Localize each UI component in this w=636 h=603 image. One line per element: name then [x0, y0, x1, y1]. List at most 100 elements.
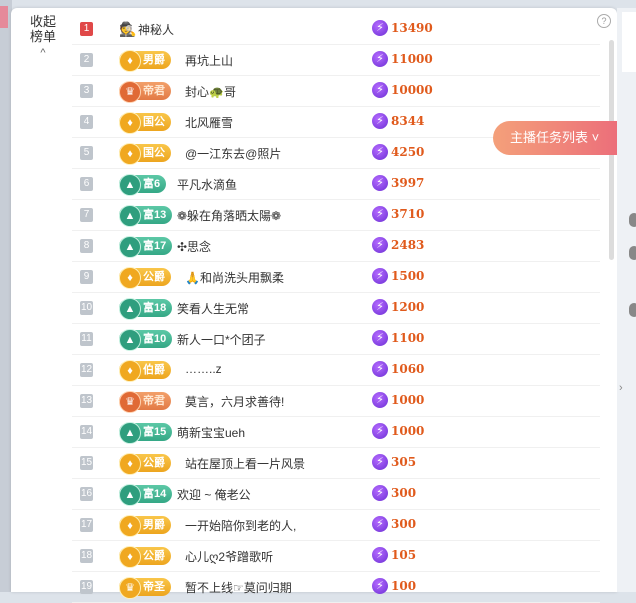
lightning-icon: ⚡	[372, 175, 388, 191]
wealth-icon: ▲	[119, 205, 141, 227]
rank-number: 8	[80, 239, 93, 253]
noble-medal-icon: ♦	[119, 267, 141, 289]
user-name[interactable]: 平凡水滴鱼	[177, 176, 237, 193]
rank-number: 1	[80, 22, 93, 36]
user-name[interactable]: 🙏和尚洗头用飘柔	[185, 269, 284, 286]
score-value: 2483	[391, 238, 425, 252]
badge-label: 男爵	[143, 54, 165, 66]
list-item[interactable]: 19 ♛ 帝圣 暂不上线☞莫问归期 ⚡ 100	[72, 572, 600, 603]
noble-level-badge: ♛ 帝圣	[119, 577, 171, 599]
user-name[interactable]: 萌新宝宝ueh	[177, 424, 245, 441]
badge-label: 国公	[143, 147, 165, 159]
list-item[interactable]: 10 ▲ 富18 笑看人生无常 ⚡ 1200	[72, 293, 600, 324]
score-value: 1500	[391, 269, 425, 283]
user-name[interactable]: 北风雁雪	[185, 114, 233, 131]
rank-number: 12	[80, 363, 93, 377]
list-item[interactable]: 2 ♦ 男爵 再坑上山 ⚡ 11000	[72, 45, 600, 76]
user-name[interactable]: 暂不上线☞莫问归期	[185, 579, 292, 596]
rank-number: 11	[80, 332, 93, 346]
wealth-level-badge: ▲ 富10	[119, 329, 173, 351]
list-item[interactable]: 11 ▲ 富10 新人一口*个团子 ⚡ 1100	[72, 324, 600, 355]
rank-number: 4	[80, 115, 93, 129]
lightning-icon: ⚡	[372, 299, 388, 315]
badge-label: 富17	[143, 240, 167, 252]
user-name[interactable]: ✣思念	[177, 238, 211, 255]
rank-number: 6	[80, 177, 93, 191]
user-name[interactable]: 新人一口*个团子	[177, 331, 266, 348]
noble-medal-icon: ♦	[119, 360, 141, 382]
list-item[interactable]: 3 ♛ 帝君 封心🐢哥 ⚡ 10000	[72, 76, 600, 107]
list-item[interactable]: 13 ♛ 帝君 莫言，六月求善待! ⚡ 1000	[72, 386, 600, 417]
list-item[interactable]: 17 ♦ 男爵 一开始陪你到老的人, ⚡ 300	[72, 510, 600, 541]
lightning-icon: ⚡	[372, 330, 388, 346]
user-name[interactable]: 心儿ღ2爷蹭歌听	[185, 548, 273, 565]
noble-medal-icon: ♛	[119, 577, 141, 599]
badge-label: 富15	[143, 426, 167, 438]
list-item[interactable]: 6 ▲ 富6 平凡水滴鱼 ⚡ 3997	[72, 169, 600, 200]
list-item[interactable]: 7 ▲ 富13 ❁躲在角落晒太陽❁ ⚡ 3710	[72, 200, 600, 231]
score-value: 13490	[391, 21, 433, 35]
wealth-icon: ▲	[119, 484, 141, 506]
list-item[interactable]: 1 🕵 神秘人 ⚡ 13490	[72, 14, 600, 45]
collapse-label-line1: 收起	[29, 14, 56, 29]
user-name[interactable]: ❁躲在角落晒太陽❁	[177, 207, 281, 224]
badge-label: 公爵	[143, 271, 165, 283]
crown-icon: ♛	[119, 391, 141, 413]
user-name[interactable]: 笑看人生无常	[177, 300, 249, 317]
score-value: 3997	[391, 176, 425, 190]
wealth-level-badge: ▲ 富13	[119, 205, 173, 227]
noble-level-badge: ♦ 伯爵	[119, 360, 171, 382]
chevron-right-icon[interactable]: ›	[619, 382, 623, 394]
badge-label: 富6	[143, 178, 161, 190]
score-value: 100	[391, 579, 417, 593]
user-name[interactable]: @一江东去@照片	[185, 145, 281, 162]
lightning-icon: ⚡	[372, 51, 388, 67]
list-item[interactable]: 16 ▲ 富14 欢迎 ~ 俺老公 ⚡ 300	[72, 479, 600, 510]
user-name[interactable]: ……..z	[185, 362, 222, 376]
lightning-icon: ⚡	[372, 82, 388, 98]
list-item[interactable]: 18 ♦ 公爵 心儿ღ2爷蹭歌听 ⚡ 105	[72, 541, 600, 572]
user-name[interactable]: 莫言，六月求善待!	[185, 393, 284, 410]
chevron-up-icon: ^	[40, 47, 46, 59]
wealth-level-badge: ▲ 富6	[119, 174, 167, 196]
rank-number: 2	[80, 53, 93, 67]
list-item[interactable]: 8 ▲ 富17 ✣思念 ⚡ 2483	[72, 231, 600, 262]
user-name[interactable]: 封心🐢哥	[185, 83, 236, 100]
noble-level-badge: ♦ 男爵	[119, 515, 171, 537]
lightning-icon: ⚡	[372, 454, 388, 470]
lightning-icon: ⚡	[372, 20, 388, 36]
rank-number: 17	[80, 518, 93, 532]
score-value: 1100	[391, 331, 425, 345]
lightning-icon: ⚡	[372, 237, 388, 253]
ranking-list: 1 🕵 神秘人 ⚡ 13490 2 ♦ 男爵 再坑上山 ⚡ 11000 3 ♛ 帝君 封心🐢哥 ⚡ 10000 4…	[72, 14, 600, 603]
anchor-task-list-button[interactable]: 主播任务列表 ˅	[493, 121, 617, 155]
list-item[interactable]: 9 ♦ 公爵 🙏和尚洗头用飘柔 ⚡ 1500	[72, 262, 600, 293]
badge-label: 富14	[143, 488, 167, 500]
user-name[interactable]: 再坑上山	[185, 52, 233, 69]
wealth-icon: ▲	[119, 329, 141, 351]
rank-number: 5	[80, 146, 93, 160]
rank-number: 18	[80, 549, 93, 563]
lightning-icon: ⚡	[372, 361, 388, 377]
noble-level-badge: ♦ 国公	[119, 112, 171, 134]
user-name[interactable]: 神秘人	[138, 21, 174, 38]
noble-level-badge: ♦ 公爵	[119, 453, 171, 475]
list-item[interactable]: 12 ♦ 伯爵 ……..z ⚡ 1060	[72, 355, 600, 386]
user-name[interactable]: 一开始陪你到老的人,	[185, 517, 296, 534]
noble-level-badge: ♦ 公爵	[119, 546, 171, 568]
list-item[interactable]: 14 ▲ 富15 萌新宝宝ueh ⚡ 1000	[72, 417, 600, 448]
noble-medal-icon: ♦	[119, 143, 141, 165]
wealth-level-badge: ▲ 富18	[119, 298, 173, 320]
wealth-icon: ▲	[119, 422, 141, 444]
badge-label: 帝君	[143, 85, 165, 97]
right-strip-card	[622, 12, 636, 72]
right-side-strip: ›	[617, 8, 636, 592]
wealth-icon: ▲	[119, 174, 141, 196]
list-item[interactable]: 15 ♦ 公爵 站在屋顶上看一片风景 ⚡ 305	[72, 448, 600, 479]
collapse-list-button[interactable]: 收起 榜单 ^	[20, 14, 66, 61]
user-name[interactable]: 站在屋顶上看一片风景	[185, 455, 305, 472]
badge-label: 富18	[143, 302, 167, 314]
wealth-icon: ▲	[119, 236, 141, 258]
user-name[interactable]: 欢迎 ~ 俺老公	[177, 486, 251, 503]
badge-label: 帝圣	[143, 581, 165, 593]
